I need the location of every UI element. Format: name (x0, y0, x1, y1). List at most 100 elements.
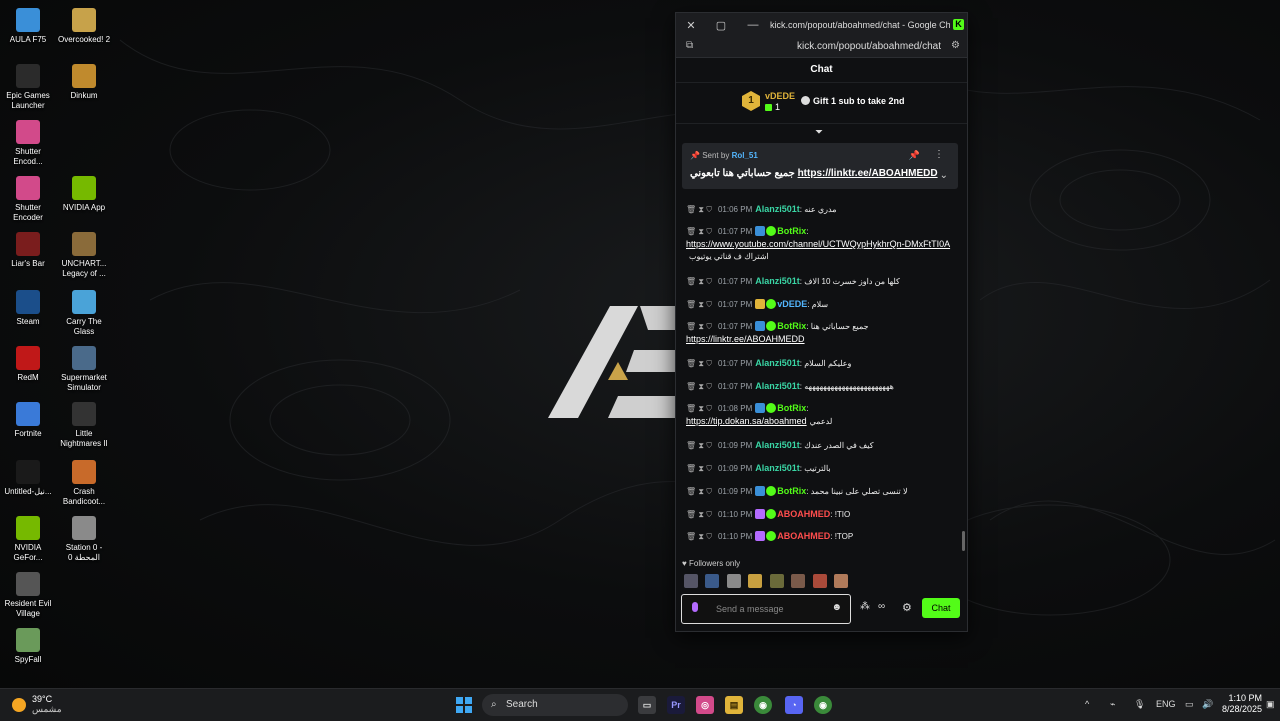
volume-icon[interactable]: 🔊 (1202, 699, 1213, 710)
emote-6[interactable] (791, 574, 806, 588)
infinity-icon[interactable]: ∞ (878, 601, 885, 612)
message-username[interactable]: ABOAHMED (777, 531, 830, 541)
mod-actions-icon[interactable]: 🗑 ⧗ ⛉ (686, 487, 712, 496)
chrome-active-icon[interactable]: ◉ (814, 696, 832, 714)
more-options-icon[interactable]: ⋮ (934, 149, 944, 160)
message-username[interactable]: vDEDE (777, 299, 807, 309)
chevron-down-icon[interactable]: ⌄ (940, 170, 948, 181)
message-username[interactable]: BotRix (777, 486, 806, 496)
desktop-icon[interactable]: Shutter Encod... (0, 120, 56, 167)
message-username[interactable]: Alanzi501t (755, 204, 800, 214)
task-view-icon[interactable]: ▭ (638, 696, 656, 714)
desktop-icon[interactable]: Fortnite (0, 402, 56, 439)
microphone-icon[interactable]: 🎙 (1134, 699, 1145, 710)
taskbar-search[interactable]: ⌕ Search (482, 694, 628, 716)
file-explorer-icon[interactable]: ▤ (725, 696, 743, 714)
desktop-icon[interactable]: Shutter Encoder (0, 176, 56, 223)
mod-actions-icon[interactable]: 🗑 ⧗ ⛉ (686, 532, 712, 541)
emote-1[interactable] (684, 574, 698, 588)
mic-icon[interactable] (692, 602, 698, 612)
close-button[interactable]: ✕ (680, 13, 702, 37)
emote-8[interactable] (834, 574, 849, 588)
site-settings-icon[interactable]: ⚙ (951, 40, 960, 51)
desktop-icon[interactable]: Carry The Glass (56, 290, 112, 337)
emoji-icon[interactable]: ☻ (831, 602, 842, 613)
mod-actions-icon[interactable]: 🗑 ⧗ ⛉ (686, 322, 712, 331)
desktop-icon[interactable]: SpyFall (0, 628, 56, 665)
desktop-icon[interactable]: RedM (0, 346, 56, 383)
send-chat-button[interactable]: Chat (922, 598, 960, 618)
mod-actions-icon[interactable]: 🗑 ⧗ ⛉ (686, 441, 712, 450)
message-username[interactable]: Alanzi501t (755, 463, 800, 473)
chat-input-box[interactable]: ☻ (681, 594, 851, 624)
desktop-icon[interactable]: NVIDIA GeFor... (0, 516, 56, 563)
gift-leader-name[interactable]: vDEDE (765, 91, 795, 101)
chat-message-input[interactable] (714, 600, 828, 618)
mod-actions-icon[interactable]: 🗑 ⧗ ⛉ (686, 464, 712, 473)
desktop-icon[interactable]: Liar's Bar (0, 232, 56, 269)
clock[interactable]: 1:10 PM 8/28/2025 (1222, 693, 1262, 715)
desktop-icon[interactable]: Station 0 - المحطة 0 (56, 516, 112, 563)
restore-button[interactable]: ▢ (710, 13, 732, 37)
emote-2[interactable] (705, 574, 720, 588)
mod-actions-icon[interactable]: 🗑 ⧗ ⛉ (686, 404, 712, 413)
desktop-icon[interactable]: Resident Evil Village (0, 572, 56, 619)
message-link[interactable]: https://tip.dokan.sa/aboahmed (686, 416, 807, 426)
mod-actions-icon[interactable]: 🗑 ⧗ ⛉ (686, 277, 712, 286)
mod-actions-icon[interactable]: 🗑 ⧗ ⛉ (686, 382, 712, 391)
tray-chevron-icon[interactable]: ^ (1085, 699, 1089, 709)
language-indicator[interactable]: ENG (1156, 699, 1176, 709)
mod-actions-icon[interactable]: 🗑 ⧗ ⛉ (686, 205, 712, 214)
chat-scrollbar[interactable] (962, 531, 965, 551)
pin-icon[interactable]: 📌 (909, 150, 920, 161)
mod-actions-icon[interactable]: 🗑 ⧗ ⛉ (686, 510, 712, 519)
desktop-icon[interactable]: Supermarket Simulator (56, 346, 112, 393)
emote-5[interactable] (769, 574, 784, 588)
message-username[interactable]: Alanzi501t (755, 381, 800, 391)
users-icon[interactable]: ⁂ (860, 601, 870, 612)
mod-actions-icon[interactable]: 🗑 ⧗ ⛉ (686, 300, 712, 309)
message-username[interactable]: BotRix (777, 321, 806, 331)
desktop-icon[interactable]: Crash Bandicoot... (56, 460, 112, 507)
message-username[interactable]: Alanzi501t (755, 358, 800, 368)
message-link[interactable]: https://www.youtube.com/channel/UCTWQypH… (686, 239, 950, 249)
expand-leaderboard-icon[interactable]: ⏷ (815, 127, 823, 138)
desktop-icon[interactable]: Dinkum (56, 64, 112, 101)
message-username[interactable]: BotRix (777, 226, 806, 236)
desktop-icon[interactable]: Overcooked! 2 (56, 8, 112, 45)
url-text[interactable]: kick.com/popout/aboahmed/chat (797, 41, 941, 52)
emote-7[interactable] (812, 574, 827, 588)
message-username[interactable]: Alanzi501t (755, 276, 800, 286)
notification-icon[interactable]: ▣ (1266, 699, 1275, 710)
gear-icon[interactable]: ⚙ (902, 601, 912, 614)
mod-actions-icon[interactable]: 🗑 ⧗ ⛉ (686, 227, 712, 236)
start-button[interactable] (456, 697, 472, 713)
emote-3[interactable] (726, 574, 741, 588)
pinned-user[interactable]: Rol_51 (732, 151, 758, 160)
desktop-icon[interactable]: NVIDIA App (56, 176, 112, 213)
emote-4[interactable] (748, 574, 763, 588)
chrome-icon[interactable]: ◉ (754, 696, 772, 714)
mod-actions-icon[interactable]: 🗑 ⧗ ⛉ (686, 359, 712, 368)
user-badge-icon (755, 403, 766, 413)
premiere-pro-icon[interactable]: Pr (667, 696, 685, 714)
tab-icon[interactable]: ⧉ (686, 40, 693, 51)
pinned-link[interactable]: https://linktr.ee/ABOAHMEDD (798, 168, 938, 179)
tray-app-icon[interactable]: ⌁ (1110, 699, 1115, 710)
discord-icon[interactable]: ◔ (785, 696, 803, 714)
desktop-icon[interactable]: AULA F75 (0, 8, 56, 45)
message-username[interactable]: ABOAHMED (777, 509, 830, 519)
desktop-icon[interactable]: Little Nightmares II (56, 402, 112, 449)
chat-tools: ⁂ ∞ (860, 601, 893, 612)
message-username[interactable]: BotRix (777, 403, 806, 413)
message-username[interactable]: Alanzi501t (755, 440, 800, 450)
gift-prompt[interactable]: Gift 1 sub to take 2nd (801, 96, 905, 106)
shutter-encoder-icon[interactable]: ◎ (696, 696, 714, 714)
message-link[interactable]: https://linktr.ee/ABOAHMEDD (686, 334, 805, 344)
desktop-icon[interactable]: Epic Games Launcher (0, 64, 56, 111)
desktop-icon[interactable]: Steam (0, 290, 56, 327)
minimize-button[interactable]: — (742, 13, 764, 37)
desktop-icon[interactable]: Untitled-نيل... (0, 460, 56, 497)
network-icon[interactable]: ▭ (1185, 699, 1194, 710)
desktop-icon[interactable]: UNCHART... Legacy of ... (56, 232, 112, 279)
